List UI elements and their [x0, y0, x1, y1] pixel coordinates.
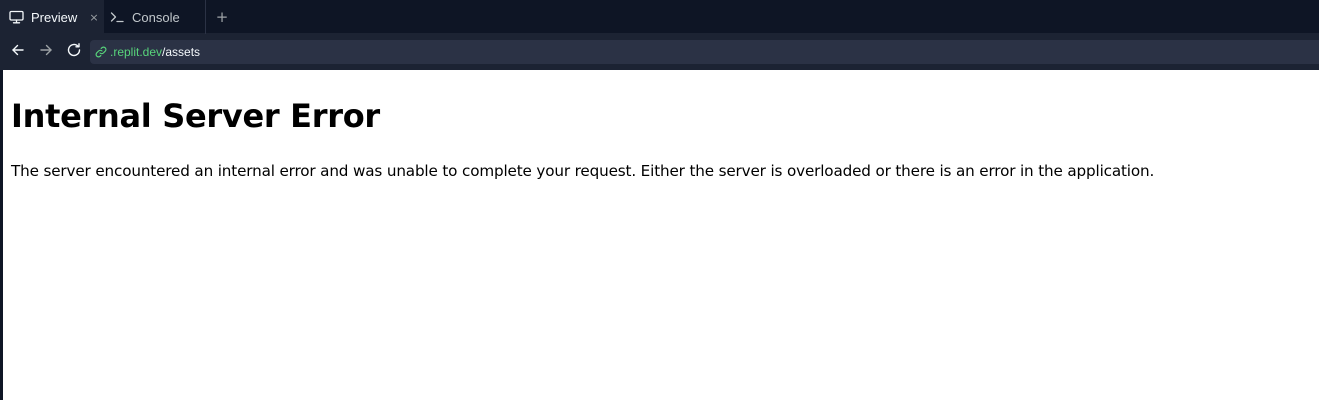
monitor-icon	[9, 10, 24, 24]
error-message: The server encountered an internal error…	[11, 162, 1155, 180]
tab-bar: Preview × Console +	[0, 0, 1319, 34]
back-button[interactable]	[9, 43, 27, 61]
arrow-left-icon	[11, 43, 25, 62]
tab-console[interactable]: Console	[104, 0, 206, 34]
close-tab-button[interactable]: ×	[88, 0, 100, 34]
link-icon	[95, 46, 107, 58]
preview-viewport: Internal Server Error The server encount…	[3, 70, 1319, 400]
forward-button[interactable]	[37, 43, 55, 61]
reload-button[interactable]	[65, 42, 83, 63]
new-tab-button[interactable]: +	[214, 0, 230, 34]
url-bar[interactable]: .replit.dev/assets	[90, 40, 1319, 64]
terminal-icon	[110, 10, 125, 24]
url-path: /assets	[162, 45, 201, 59]
preview-toolbar: .replit.dev/assets	[0, 34, 1319, 70]
tab-preview-label: Preview	[31, 9, 78, 25]
arrow-right-icon	[39, 43, 53, 62]
reload-icon	[66, 42, 82, 63]
tab-console-label: Console	[132, 9, 180, 25]
url-host: .replit.dev	[110, 45, 163, 59]
error-heading: Internal Server Error	[11, 97, 380, 135]
